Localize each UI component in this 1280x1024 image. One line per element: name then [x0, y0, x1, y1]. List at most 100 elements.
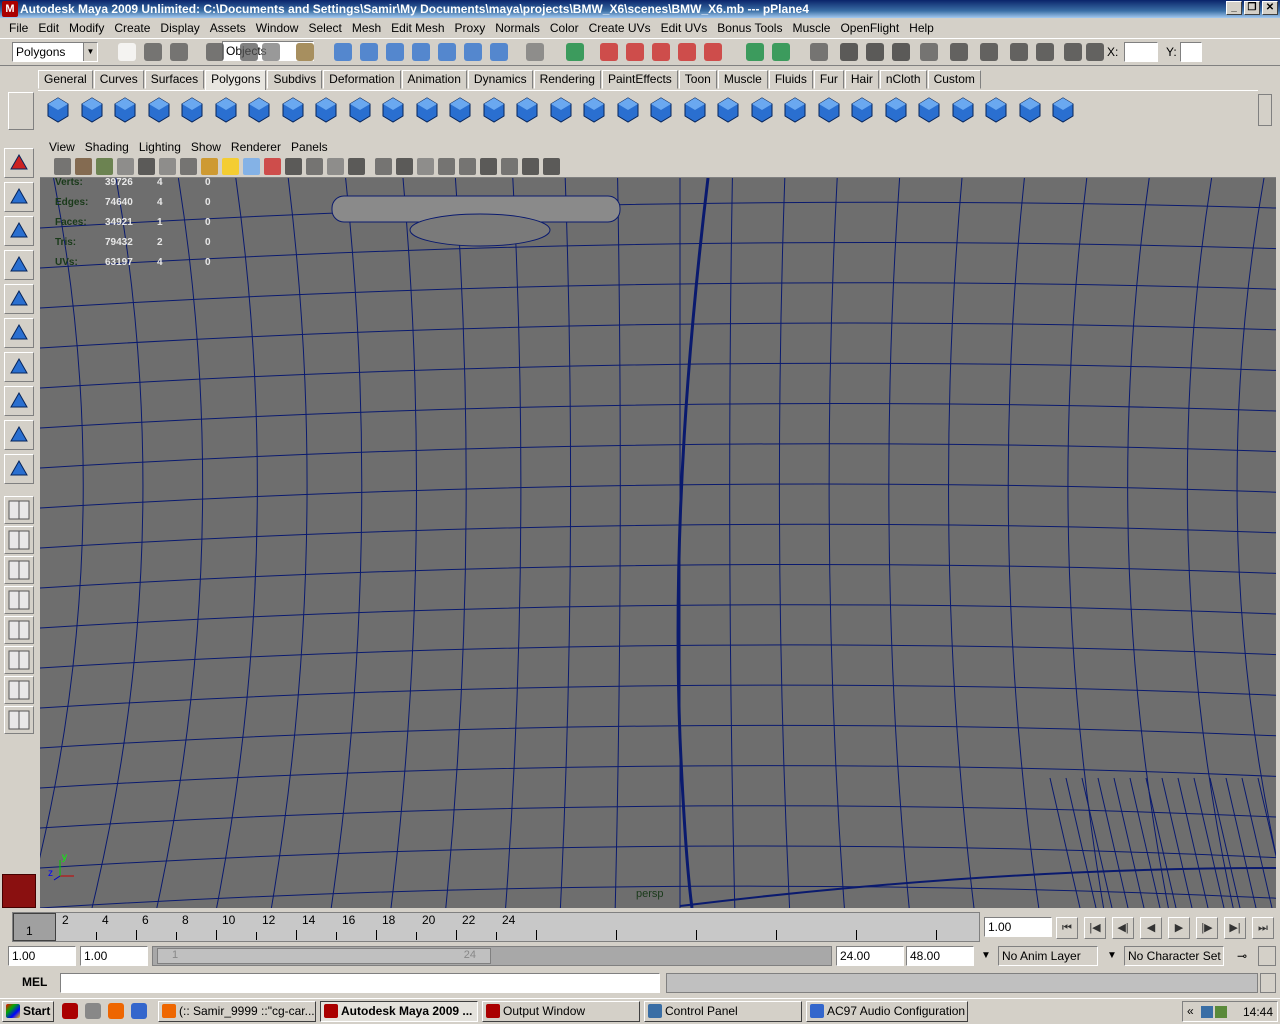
shadows-icon[interactable]: [375, 158, 392, 175]
menu-display[interactable]: Display: [155, 18, 204, 38]
close-icon[interactable]: ✕: [1262, 1, 1278, 15]
menu-muscle[interactable]: Muscle: [787, 18, 835, 38]
x-input[interactable]: [1124, 42, 1158, 62]
smooth-shade-icon[interactable]: [306, 158, 323, 175]
step-back-frame-icon[interactable]: ◀|: [1112, 917, 1134, 939]
restore-icon[interactable]: ❐: [1244, 1, 1260, 15]
append-icon[interactable]: [580, 94, 608, 124]
taskbar-item[interactable]: (:: Samir_9999 ::"cg-car...: [158, 1001, 316, 1022]
insert-loop-icon[interactable]: [647, 94, 675, 124]
shelf-tab-surfaces[interactable]: Surfaces: [144, 70, 205, 89]
menu-select[interactable]: Select: [303, 18, 346, 38]
hypershade-layout-icon[interactable]: [4, 646, 34, 674]
safe-title-icon[interactable]: [264, 158, 281, 175]
field-chart-icon[interactable]: [222, 158, 239, 175]
menu-window[interactable]: Window: [251, 18, 304, 38]
shelf-tab-rendering[interactable]: Rendering: [533, 70, 601, 89]
film-gate-icon[interactable]: [159, 158, 176, 175]
camera-attributes-icon[interactable]: [54, 158, 71, 175]
taskbar-item[interactable]: Output Window: [482, 1001, 640, 1022]
volume-icon[interactable]: [1215, 1006, 1227, 1018]
shelf-tab-dynamics[interactable]: Dynamics: [467, 70, 533, 89]
lights-icon[interactable]: [348, 158, 365, 175]
soft-modification-icon[interactable]: [4, 386, 34, 416]
firefox-icon[interactable]: [108, 1003, 124, 1019]
start-button[interactable]: Start: [2, 1001, 54, 1022]
ipr-icon[interactable]: [1010, 43, 1028, 61]
calculator-icon[interactable]: [85, 1003, 101, 1019]
menu-create[interactable]: Create: [109, 18, 155, 38]
select-by-object-icon[interactable]: [240, 43, 258, 61]
cylindrical-map-icon[interactable]: [949, 94, 977, 124]
mel-label[interactable]: MEL: [22, 975, 47, 989]
hud-icon[interactable]: [480, 158, 497, 175]
select-joints-icon[interactable]: [360, 43, 378, 61]
menu-assets[interactable]: Assets: [205, 18, 251, 38]
viewport-renderer-icon[interactable]: [543, 158, 560, 175]
menu-normals[interactable]: Normals: [490, 18, 545, 38]
lasso-tool-icon[interactable]: [4, 182, 34, 212]
panel-menu-shading[interactable]: Shading: [80, 138, 134, 156]
panel-toggle-icon[interactable]: [501, 158, 518, 175]
playback-start-field[interactable]: 1.00: [80, 946, 148, 966]
triangulate-icon[interactable]: [848, 94, 876, 124]
shelf-tab-animation[interactable]: Animation: [401, 70, 467, 89]
character-set-menu-icon[interactable]: ▼: [1102, 946, 1122, 966]
panel-menu-show[interactable]: Show: [186, 138, 226, 156]
scale-tool-icon[interactable]: [4, 318, 34, 348]
poly-cylinder-icon[interactable]: [111, 94, 139, 124]
shelf-tab-curves[interactable]: Curves: [93, 70, 144, 89]
show-manipulator-icon[interactable]: [4, 420, 34, 450]
shelf-tab-custom[interactable]: Custom: [927, 70, 981, 89]
network-icon[interactable]: [1201, 1006, 1213, 1018]
playback-end-field[interactable]: 24.00: [836, 946, 904, 966]
shelf-tab-toon[interactable]: Toon: [678, 70, 717, 89]
frame-selection-icon[interactable]: [438, 158, 455, 175]
menu-edit[interactable]: Edit: [33, 18, 64, 38]
play-backward-icon[interactable]: ◀: [1140, 917, 1162, 939]
menu-bonus-tools[interactable]: Bonus Tools: [712, 18, 787, 38]
bevel-icon[interactable]: [714, 94, 742, 124]
menu-mesh[interactable]: Mesh: [347, 18, 386, 38]
taskbar-item[interactable]: AC97 Audio Configuration: [806, 1001, 968, 1022]
poly-platonic-icon[interactable]: [279, 94, 307, 124]
auto-key-icon[interactable]: ⊸: [1230, 946, 1254, 966]
textured-icon[interactable]: [327, 158, 344, 175]
slide-edge-icon[interactable]: [681, 94, 709, 124]
shelf-tab-muscle[interactable]: Muscle: [717, 70, 768, 89]
hypershade-icon[interactable]: [892, 43, 910, 61]
menu-edit-mesh[interactable]: Edit Mesh: [386, 18, 449, 38]
shelf-menu-button[interactable]: [8, 92, 34, 130]
select-curves-icon[interactable]: [386, 43, 404, 61]
rotate-tool-icon[interactable]: [4, 284, 34, 314]
lock-icon[interactable]: [296, 43, 314, 61]
poly-cone-icon[interactable]: [145, 94, 173, 124]
select-by-hierarchy-icon[interactable]: [206, 43, 224, 61]
script-editor-icon[interactable]: [1260, 973, 1276, 993]
construction-icon[interactable]: [772, 43, 790, 61]
extrude-icon[interactable]: [513, 94, 541, 124]
select-handles-icon[interactable]: [334, 43, 352, 61]
reduce-icon[interactable]: [480, 94, 508, 124]
render-icon[interactable]: [810, 43, 828, 61]
fill-hole-icon[interactable]: [815, 94, 843, 124]
snap-view-icon[interactable]: [678, 43, 696, 61]
taskbar-item[interactable]: Autodesk Maya 2009 ...: [320, 1001, 478, 1022]
four-pane-layout-icon[interactable]: [4, 526, 34, 554]
single-pane-layout-icon[interactable]: [4, 496, 34, 524]
layout-menu-icon[interactable]: [4, 706, 34, 734]
shelf-tab-hair[interactable]: Hair: [844, 70, 879, 89]
average-vertices-icon[interactable]: [413, 94, 441, 124]
shelf-tab-general[interactable]: General: [38, 70, 93, 89]
collapse-icon[interactable]: [781, 94, 809, 124]
2d-pan-zoom-icon[interactable]: [117, 158, 134, 175]
shelf-tab-painteffects[interactable]: PaintEffects: [601, 70, 678, 89]
maya-app-icon[interactable]: M: [2, 1, 18, 17]
safe-action-icon[interactable]: [243, 158, 260, 175]
mirror-icon[interactable]: [446, 94, 474, 124]
render-globals-icon[interactable]: [1036, 43, 1054, 61]
range-slider-handle[interactable]: 1 24: [157, 948, 491, 964]
poly-cube-icon[interactable]: [78, 94, 106, 124]
uv-editor-icon[interactable]: [1049, 94, 1077, 124]
menu-edit-uvs[interactable]: Edit UVs: [656, 18, 713, 38]
